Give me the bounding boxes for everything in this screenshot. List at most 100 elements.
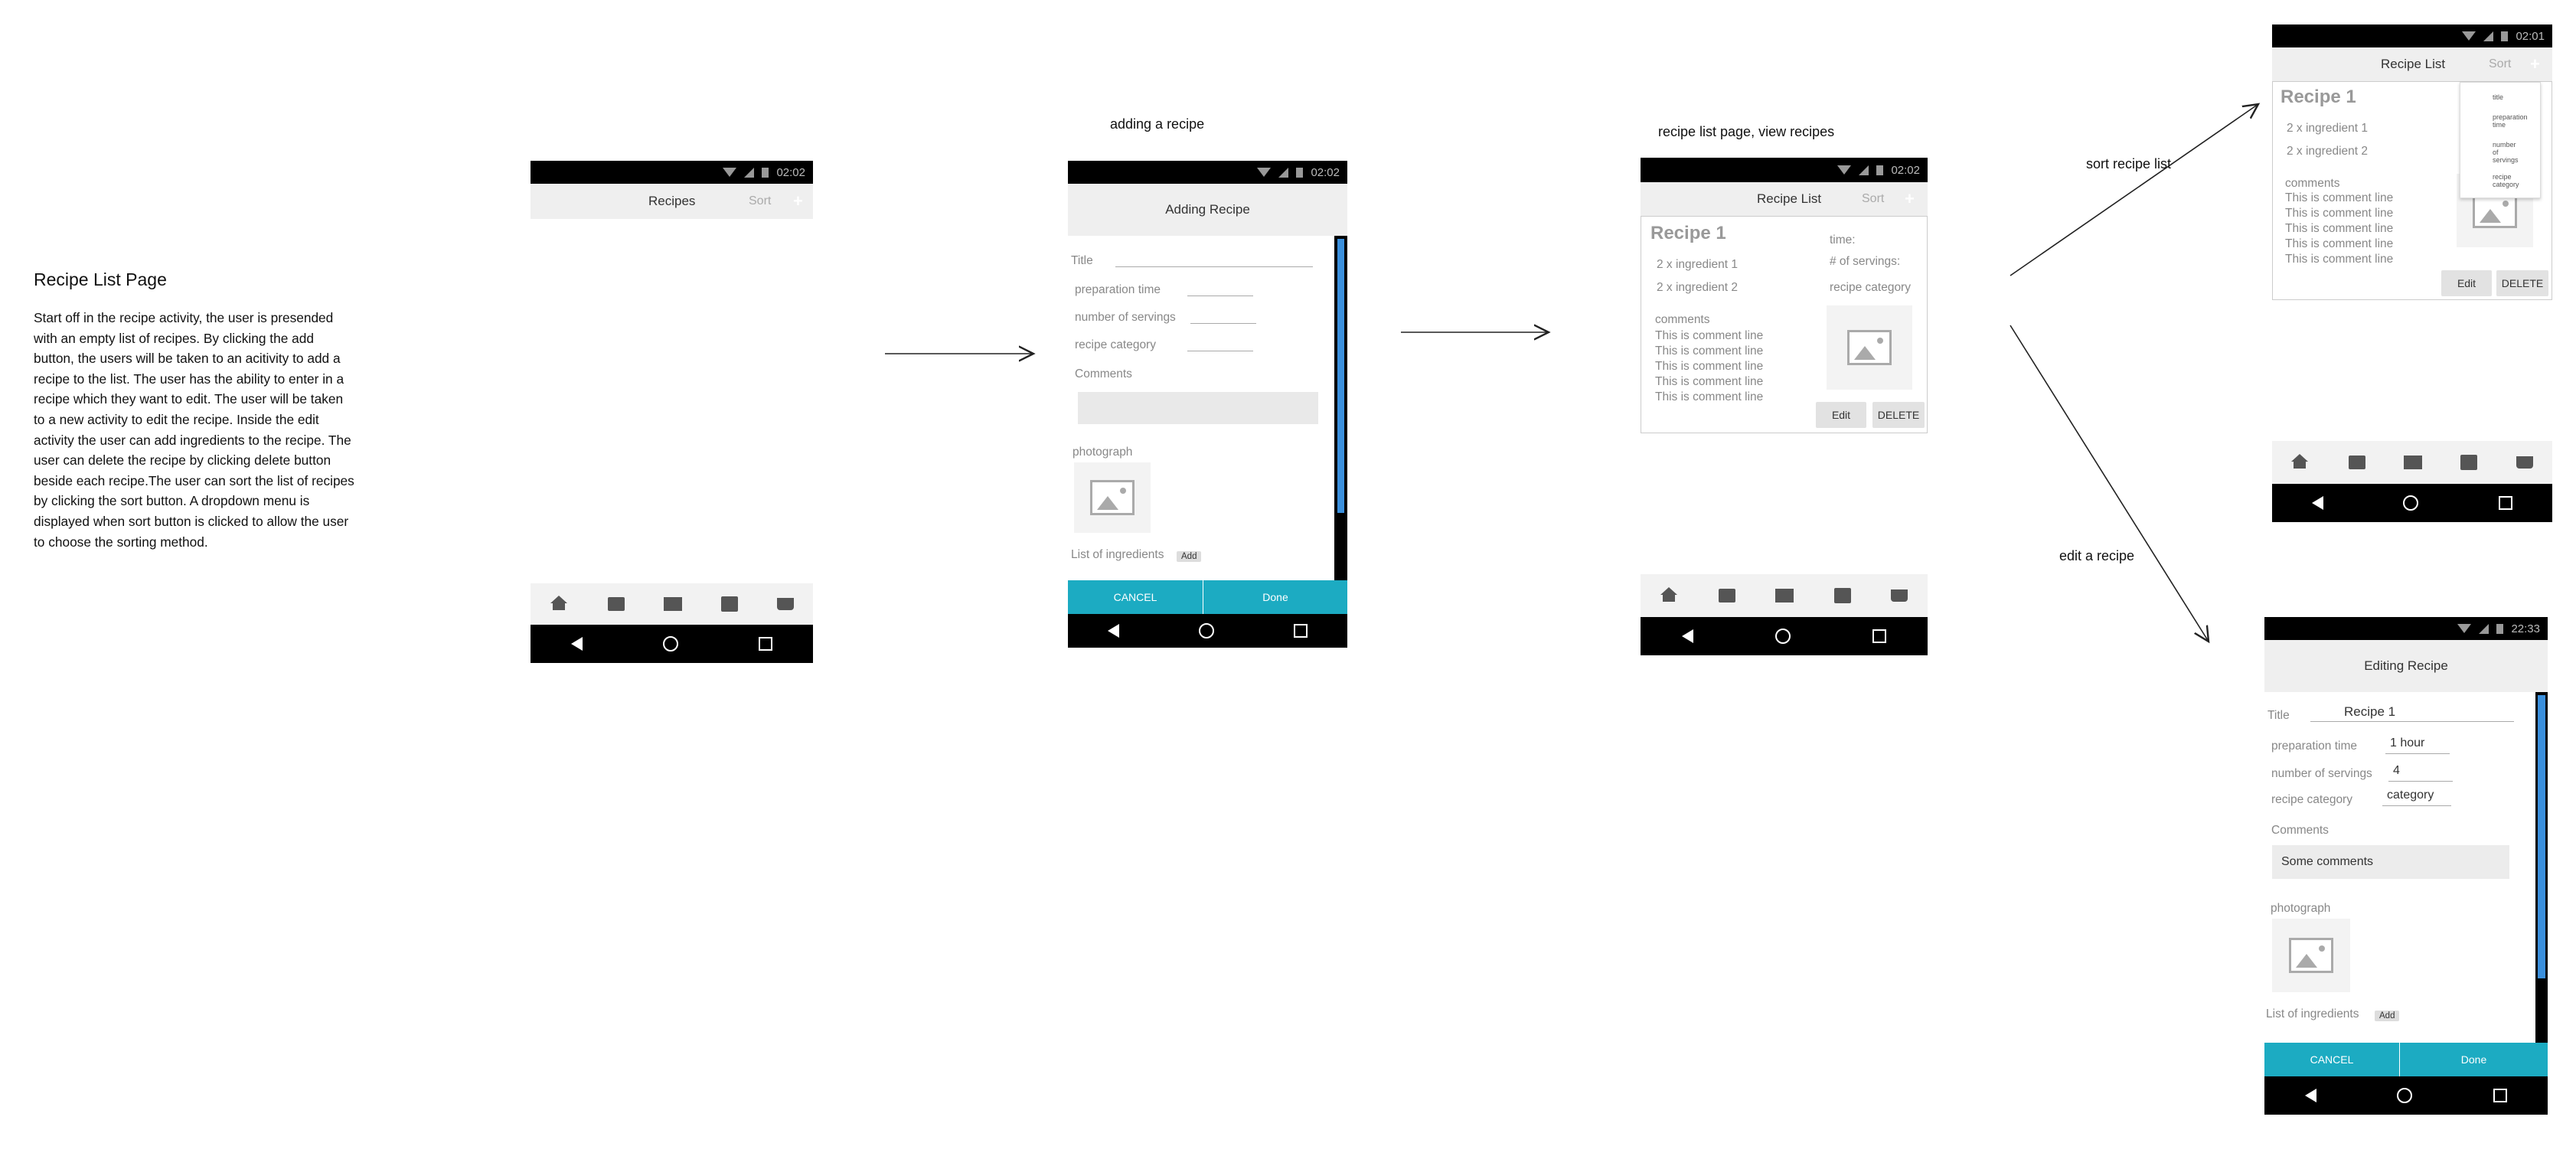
home-circle-icon[interactable]	[1774, 629, 1791, 644]
status-bar: 02:02	[1641, 158, 1928, 182]
done-button[interactable]: Done	[2400, 1043, 2548, 1076]
page-title: Editing Recipe	[2364, 658, 2448, 673]
home-icon[interactable]	[550, 596, 567, 603]
form-area: Title Recipe 1 preparation time 1 hour n…	[2264, 692, 2548, 1043]
sort-button[interactable]: Sort	[749, 194, 771, 208]
recipe-name: Recipe 1	[1650, 223, 1726, 243]
action-bar: CANCEL Done	[1068, 580, 1347, 614]
recents-icon[interactable]	[2493, 1089, 2508, 1102]
home-circle-icon[interactable]	[2397, 1088, 2413, 1103]
image-icon	[2289, 938, 2333, 973]
category-label: recipe category	[1830, 281, 1911, 294]
comments-label: comments	[1655, 313, 1710, 326]
photo-placeholder[interactable]	[2272, 919, 2350, 992]
add-ingredient-button[interactable]: Add	[2375, 1011, 2400, 1021]
prep-time-input[interactable]: 1 hour	[2385, 736, 2450, 754]
image-icon	[1090, 480, 1135, 515]
store-icon[interactable]	[2403, 456, 2422, 469]
recipe-card[interactable]: Recipe 1 2 x ingredient 1 2 x ingredient…	[2272, 81, 2552, 300]
add-ingredient-button[interactable]: Add	[1177, 551, 1202, 562]
status-bar: 02:02	[531, 161, 813, 184]
comment-line: This is comment line	[2285, 237, 2394, 250]
comments-input[interactable]: Some comments	[2272, 845, 2509, 879]
back-icon[interactable]	[1681, 629, 1693, 643]
chat-icon[interactable]	[2460, 455, 2478, 470]
delete-button[interactable]: DELETE	[2496, 270, 2548, 296]
chat-icon[interactable]	[720, 596, 738, 612]
box-icon[interactable]	[2348, 456, 2365, 469]
cart-icon[interactable]	[2516, 456, 2533, 469]
page-title: Recipes	[648, 194, 696, 208]
system-nav-bar	[2272, 484, 2552, 522]
scrollbar-thumb[interactable]	[2538, 695, 2545, 978]
status-time: 02:02	[776, 165, 805, 179]
box-icon[interactable]	[1719, 589, 1736, 602]
done-button[interactable]: Done	[1203, 580, 1347, 614]
servings-label: # of servings:	[1830, 255, 1901, 268]
comment-line: This is comment line	[1655, 375, 1764, 388]
delete-button[interactable]: DELETE	[1872, 402, 1925, 428]
sort-button[interactable]: Sort	[1862, 192, 1884, 206]
comment-lines: This is comment line This is comment lin…	[2285, 191, 2393, 267]
cancel-button[interactable]: CANCEL	[2264, 1043, 2399, 1076]
recipe-card[interactable]: Recipe 1 2 x ingredient 1 2 x ingredient…	[1641, 216, 1928, 433]
comment-line: This is comment line	[2285, 253, 2394, 266]
title-input[interactable]: Recipe 1	[2310, 704, 2514, 722]
servings-input[interactable]	[1190, 323, 1256, 324]
screen-empty-recipes: 02:02 Recipes Sort +	[531, 161, 813, 663]
sort-option-servings[interactable]: number of servings	[2460, 129, 2523, 164]
home-icon[interactable]	[1660, 587, 1678, 595]
home-icon[interactable]	[2291, 454, 2309, 462]
wifi-icon	[1257, 168, 1272, 177]
cart-icon[interactable]	[776, 598, 794, 610]
bottom-nav	[2272, 441, 2552, 484]
recents-icon[interactable]	[759, 637, 773, 651]
page-title: Recipe List	[2381, 57, 2446, 71]
recents-icon[interactable]	[1872, 629, 1887, 643]
title-input[interactable]	[1115, 266, 1313, 267]
comment-lines: This is comment line This is comment lin…	[1655, 328, 1763, 405]
sort-option-prep-time[interactable]: preparation time	[2460, 101, 2531, 129]
servings-input[interactable]: 4	[2388, 764, 2453, 782]
box-icon[interactable]	[607, 597, 625, 611]
recipe-name: Recipe 1	[2281, 87, 2356, 107]
status-time: 22:33	[2511, 622, 2540, 635]
photo-placeholder	[1827, 305, 1912, 390]
store-icon[interactable]	[1775, 589, 1794, 602]
back-icon[interactable]	[2312, 496, 2324, 510]
sort-option-title[interactable]: title	[2460, 83, 2540, 101]
battery-icon	[2496, 623, 2504, 634]
store-icon[interactable]	[663, 597, 682, 611]
system-nav-bar	[1068, 614, 1347, 648]
edit-button[interactable]: Edit	[2441, 270, 2492, 296]
sort-button[interactable]: Sort	[2489, 57, 2511, 71]
cancel-button[interactable]: CANCEL	[1068, 580, 1203, 614]
photo-placeholder[interactable]	[1074, 462, 1151, 533]
home-circle-icon[interactable]	[2403, 495, 2419, 511]
back-icon[interactable]	[1108, 624, 1119, 638]
screen-editing-recipe: 22:33 Editing Recipe Title Recipe 1 prep…	[2264, 617, 2548, 1115]
status-time: 02:02	[1311, 165, 1340, 179]
home-circle-icon[interactable]	[1199, 623, 1214, 638]
comments-input[interactable]	[1078, 392, 1318, 424]
ingredient-line: 2 x ingredient 2	[2287, 145, 2368, 158]
scrollbar-thumb[interactable]	[1337, 239, 1344, 513]
edit-button[interactable]: Edit	[1816, 402, 1866, 428]
add-button[interactable]: +	[1905, 189, 1915, 209]
ingredient-line: 2 x ingredient 1	[1657, 258, 1738, 271]
battery-icon	[762, 167, 769, 178]
chat-icon[interactable]	[1833, 588, 1851, 603]
add-button[interactable]: +	[2530, 54, 2540, 74]
cart-icon[interactable]	[1890, 589, 1908, 602]
back-icon[interactable]	[570, 637, 583, 651]
sort-option-category[interactable]: recipe category	[2460, 164, 2523, 188]
back-icon[interactable]	[2304, 1089, 2316, 1102]
category-input[interactable]: category	[2382, 789, 2451, 806]
signal-icon	[1859, 165, 1869, 175]
signal-icon	[2483, 31, 2494, 41]
servings-label: number of servings	[1075, 311, 1176, 324]
recents-icon[interactable]	[2498, 496, 2512, 510]
add-button[interactable]: +	[793, 191, 803, 211]
home-circle-icon[interactable]	[662, 636, 678, 651]
recents-icon[interactable]	[1294, 624, 1308, 638]
